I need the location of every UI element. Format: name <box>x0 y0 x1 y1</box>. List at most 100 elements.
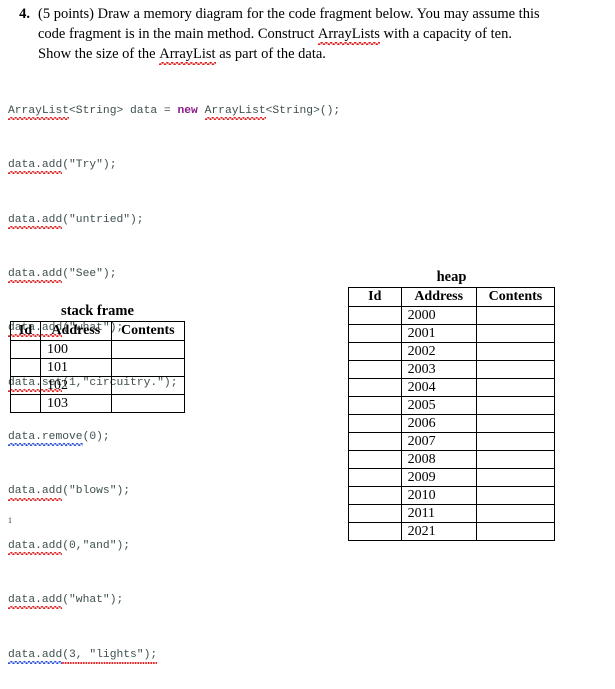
cell-id[interactable] <box>9 376 42 395</box>
cell-id[interactable] <box>348 486 402 505</box>
code-line: data.add("blows"); <box>8 485 340 501</box>
cell-contents[interactable] <box>110 340 186 359</box>
cell-id[interactable] <box>9 340 42 359</box>
cell-contents[interactable] <box>475 414 556 433</box>
code-call-target: data.add <box>8 213 63 229</box>
cell-id[interactable] <box>9 394 42 413</box>
question-text-part-3: as part of the data. <box>215 46 326 62</box>
code-line: data.add(0,"and"); <box>8 539 340 555</box>
code-call-target: data.add <box>8 594 63 609</box>
cell-id[interactable] <box>348 468 402 487</box>
stack-frame-body: 100 101 102 103 <box>9 340 186 413</box>
table-row[interactable]: 2007 <box>348 432 556 451</box>
code-call-target: data.add <box>8 539 63 555</box>
cell-contents[interactable] <box>475 468 556 487</box>
code-call-args: ("Try"); <box>62 159 117 172</box>
code-call-args: ("See"); <box>62 267 117 280</box>
cell-id[interactable] <box>348 504 402 523</box>
cell-address: 2008 <box>400 450 477 469</box>
cell-id[interactable] <box>348 396 402 415</box>
code-line: ArrayList<String> data = new ArrayList<S… <box>8 104 340 120</box>
code-token-type: ArrayList <box>8 104 70 120</box>
column-header-address: Address <box>400 287 477 307</box>
code-line: data.add(3, "lights"); <box>8 648 340 664</box>
spellcheck-word-arraylists: ArrayLists <box>317 26 380 45</box>
cell-address: 2011 <box>400 504 477 523</box>
table-row[interactable]: 2000 <box>348 306 556 325</box>
cell-contents[interactable] <box>475 450 556 469</box>
cell-contents[interactable] <box>475 306 556 325</box>
cell-address: 100 <box>40 340 112 359</box>
code-call-target: data.add <box>8 267 63 283</box>
code-call-target: data.add <box>8 485 63 501</box>
question-text: (5 points) Draw a memory diagram for the… <box>38 4 548 65</box>
code-call-args: (0,"and"); <box>62 539 131 552</box>
table-row[interactable]: 2008 <box>348 450 556 469</box>
cell-contents[interactable] <box>475 324 556 343</box>
cell-contents[interactable] <box>475 378 556 397</box>
cell-address: 2007 <box>400 432 477 451</box>
cell-address: 2003 <box>400 360 477 379</box>
cell-address: 2021 <box>400 522 477 541</box>
table-row[interactable]: 2006 <box>348 414 556 433</box>
code-call-args: ("untried"); <box>62 213 144 226</box>
cell-contents[interactable] <box>475 432 556 451</box>
code-line: data.add("See"); <box>8 267 340 283</box>
question-number: 4. <box>19 6 30 22</box>
code-call-target: data.add <box>8 648 63 664</box>
cell-id[interactable] <box>348 432 402 451</box>
table-header-row: Id Address Contents <box>9 321 186 341</box>
table-row[interactable]: 100 <box>9 340 186 359</box>
page-number: 1 <box>8 516 12 525</box>
cell-contents[interactable] <box>110 376 186 395</box>
cell-contents[interactable] <box>475 486 556 505</box>
cell-contents[interactable] <box>475 504 556 523</box>
code-line: data.add("what"); <box>8 594 340 609</box>
table-row[interactable]: 2011 <box>348 504 556 523</box>
cell-id[interactable] <box>348 342 402 361</box>
cell-address: 2001 <box>400 324 477 343</box>
cell-id[interactable] <box>348 522 402 541</box>
cell-id[interactable] <box>348 360 402 379</box>
table-row[interactable]: 2005 <box>348 396 556 415</box>
table-header-row: Id Address Contents <box>348 287 556 307</box>
heap-title: heap <box>436 269 467 285</box>
table-row[interactable]: 102 <box>9 376 186 395</box>
table-row[interactable]: 2010 <box>348 486 556 505</box>
table-row[interactable]: 2009 <box>348 468 556 487</box>
code-call-target: data.add <box>8 159 63 174</box>
table-row[interactable]: 2002 <box>348 342 556 361</box>
cell-address: 2010 <box>400 486 477 505</box>
code-token-type-2: ArrayList <box>204 104 266 120</box>
spellcheck-word-arraylist: ArrayList <box>159 46 216 65</box>
cell-address: 2009 <box>400 468 477 487</box>
cell-address: 102 <box>40 376 112 395</box>
table-row[interactable]: 2003 <box>348 360 556 379</box>
cell-id[interactable] <box>348 414 402 433</box>
cell-contents[interactable] <box>475 360 556 379</box>
table-row[interactable]: 2001 <box>348 324 556 343</box>
code-line: data.add("untried"); <box>8 213 340 229</box>
cell-contents[interactable] <box>475 396 556 415</box>
cell-contents[interactable] <box>110 358 186 377</box>
table-row[interactable]: 101 <box>9 358 186 377</box>
cell-address: 101 <box>40 358 112 377</box>
cell-address: 2004 <box>400 378 477 397</box>
cell-id[interactable] <box>348 324 402 343</box>
table-row[interactable]: 2021 <box>348 522 556 541</box>
cell-id[interactable] <box>348 450 402 469</box>
cell-address: 2006 <box>400 414 477 433</box>
cell-contents[interactable] <box>475 342 556 361</box>
cell-id[interactable] <box>348 378 402 397</box>
stack-frame-diagram: stack frame Id Address Contents 100 101 <box>9 303 186 413</box>
column-header-id: Id <box>348 287 402 307</box>
question-block: 4. (5 points) Draw a memory diagram for … <box>0 4 560 65</box>
cell-id[interactable] <box>348 306 402 325</box>
cell-contents[interactable] <box>475 522 556 541</box>
cell-contents[interactable] <box>110 394 186 413</box>
code-call-args: (0); <box>82 431 110 444</box>
column-header-contents: Contents <box>110 321 186 341</box>
table-row[interactable]: 2004 <box>348 378 556 397</box>
cell-id[interactable] <box>9 358 42 377</box>
table-row[interactable]: 103 <box>9 394 186 413</box>
